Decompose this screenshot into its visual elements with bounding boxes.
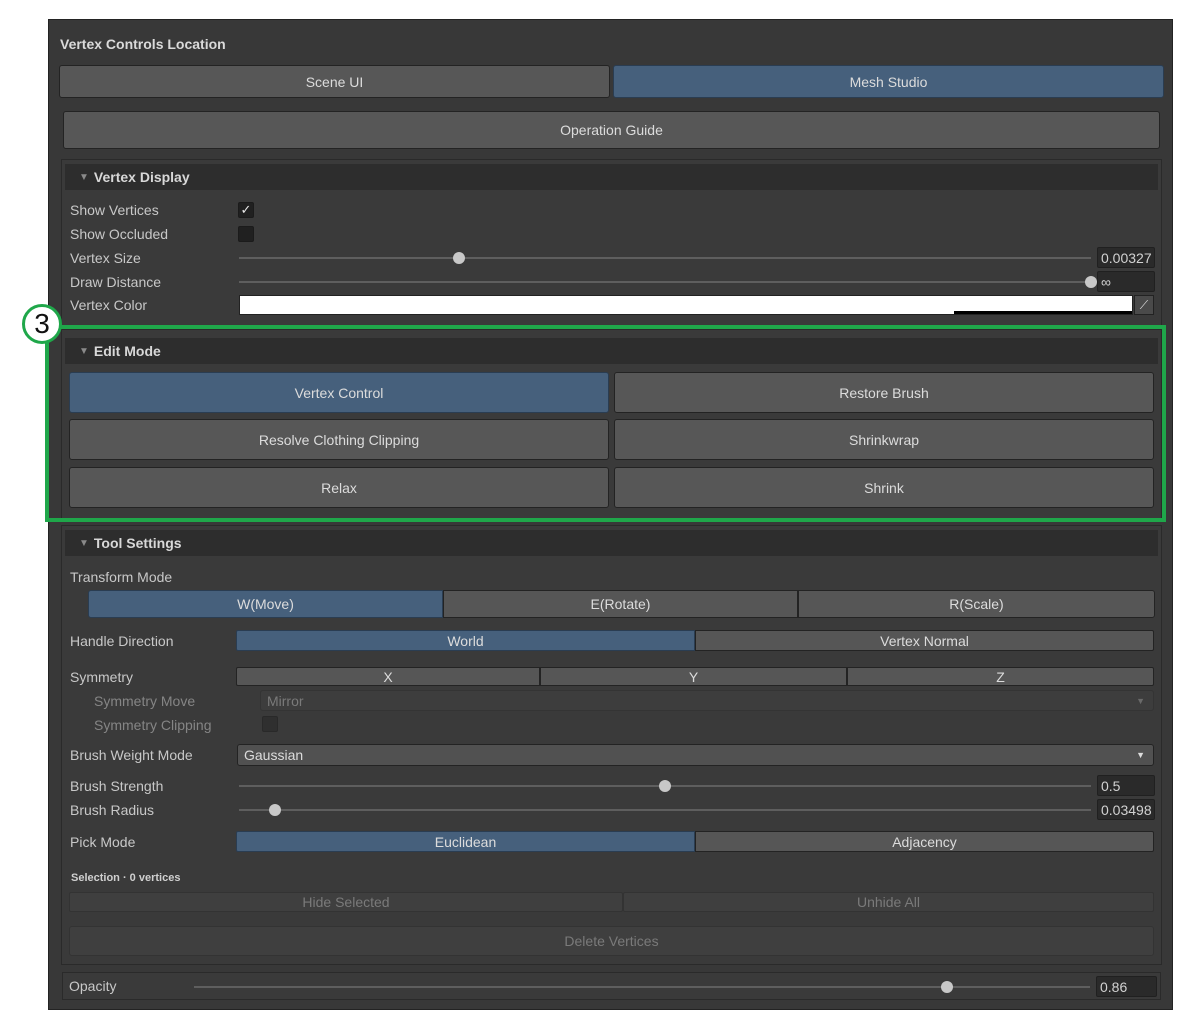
unhide-all-button[interactable]: Unhide All bbox=[623, 892, 1154, 912]
show-vertices-label: Show Vertices bbox=[70, 202, 159, 218]
draw-distance-label: Draw Distance bbox=[70, 274, 162, 290]
vertex-size-slider-track[interactable] bbox=[239, 257, 1091, 259]
vertex-color-field[interactable] bbox=[239, 295, 1133, 315]
transform-rotate-label: E(Rotate) bbox=[590, 596, 651, 612]
vertex-size-label: Vertex Size bbox=[70, 250, 141, 266]
symmetry-x-label: X bbox=[383, 668, 393, 685]
handle-world-label: World bbox=[447, 632, 484, 649]
tool-settings-header[interactable]: ▼ Tool Settings bbox=[65, 530, 1158, 556]
pick-adjacency-label: Adjacency bbox=[892, 833, 957, 850]
symmetry-x-button[interactable]: X bbox=[236, 667, 540, 686]
draw-distance-slider-track[interactable] bbox=[239, 281, 1091, 283]
tool-settings-section: ▼ Tool Settings Transform Mode W(Move) E… bbox=[61, 525, 1162, 965]
tool-settings-title: Tool Settings bbox=[93, 535, 182, 551]
handle-direction-label: Handle Direction bbox=[70, 633, 174, 649]
handle-vertex-normal-label: Vertex Normal bbox=[880, 632, 969, 649]
delete-vertices-button[interactable]: Delete Vertices bbox=[69, 926, 1154, 956]
callout-number: 3 bbox=[34, 308, 50, 339]
check-icon: ✓ bbox=[240, 202, 252, 217]
dropdown-arrow-icon: ▼ bbox=[1136, 695, 1145, 706]
panel-title: Vertex Controls Location bbox=[60, 36, 226, 52]
transform-mode-label: Transform Mode bbox=[70, 569, 173, 585]
handle-world-button[interactable]: World bbox=[236, 630, 695, 651]
tab-mesh-studio-label: Mesh Studio bbox=[849, 73, 928, 90]
brush-radius-slider-track[interactable] bbox=[239, 809, 1091, 811]
symmetry-move-label: Symmetry Move bbox=[94, 693, 196, 709]
vertex-display-header[interactable]: ▼ Vertex Display bbox=[65, 164, 1158, 190]
vertex-size-field[interactable]: 0.00327 bbox=[1097, 247, 1155, 268]
eyedropper-icon[interactable]: ⟋ bbox=[1134, 295, 1154, 315]
symmetry-label: Symmetry bbox=[70, 669, 133, 685]
opacity-slider-track[interactable] bbox=[194, 986, 1090, 988]
show-vertices-checkbox[interactable]: ✓ bbox=[238, 202, 254, 218]
edit-mode-highlight-frame bbox=[45, 325, 1166, 522]
hide-selected-label: Hide Selected bbox=[302, 894, 390, 910]
symmetry-clipping-checkbox[interactable] bbox=[262, 716, 278, 732]
transform-scale-button[interactable]: R(Scale) bbox=[798, 590, 1155, 618]
unhide-all-label: Unhide All bbox=[856, 894, 921, 910]
delete-vertices-label: Delete Vertices bbox=[564, 933, 659, 949]
draw-distance-field[interactable]: ∞ bbox=[1097, 271, 1155, 292]
alpha-bar bbox=[954, 311, 1132, 314]
brush-radius-field[interactable]: 0.03498 bbox=[1097, 799, 1155, 820]
hide-selected-button[interactable]: Hide Selected bbox=[69, 892, 623, 912]
draw-distance-slider-knob[interactable] bbox=[1085, 276, 1097, 288]
opacity-slider-knob[interactable] bbox=[940, 981, 953, 993]
brush-strength-field[interactable]: 0.5 bbox=[1097, 775, 1155, 796]
vertex-display-section: ▼ Vertex Display Show Vertices ✓ Show Oc… bbox=[61, 159, 1162, 326]
symmetry-move-value: Mirror bbox=[267, 692, 304, 709]
transform-rotate-button[interactable]: E(Rotate) bbox=[443, 590, 798, 618]
symmetry-y-label: Y bbox=[688, 668, 699, 685]
opacity-field[interactable]: 0.86 bbox=[1096, 976, 1157, 997]
operation-guide-button[interactable]: Operation Guide bbox=[63, 111, 1160, 149]
symmetry-z-label: Z bbox=[996, 668, 1005, 685]
show-occluded-checkbox[interactable] bbox=[238, 226, 254, 242]
transform-move-button[interactable]: W(Move) bbox=[88, 590, 443, 618]
brush-radius-label: Brush Radius bbox=[70, 802, 155, 818]
symmetry-z-button[interactable]: Z bbox=[847, 667, 1154, 686]
pick-adjacency-button[interactable]: Adjacency bbox=[695, 831, 1154, 852]
pick-mode-label: Pick Mode bbox=[70, 834, 136, 850]
vertex-display-title: Vertex Display bbox=[93, 169, 190, 185]
transform-move-label: W(Move) bbox=[237, 596, 294, 612]
pick-euclidean-label: Euclidean bbox=[434, 833, 497, 850]
selection-count-label: Selection · 0 vertices bbox=[71, 872, 181, 884]
brush-weight-mode-dropdown[interactable]: Gaussian ▼ bbox=[237, 744, 1154, 766]
symmetry-y-button[interactable]: Y bbox=[540, 667, 847, 686]
handle-vertex-normal-button[interactable]: Vertex Normal bbox=[695, 630, 1154, 651]
symmetry-clipping-label: Symmetry Clipping bbox=[94, 717, 212, 733]
callout-number-badge: 3 bbox=[22, 304, 62, 344]
pick-euclidean-button[interactable]: Euclidean bbox=[236, 831, 695, 852]
opacity-label: Opacity bbox=[69, 978, 117, 994]
brush-strength-slider-knob[interactable] bbox=[659, 780, 671, 792]
tab-scene-ui[interactable]: Scene UI bbox=[59, 65, 610, 98]
transform-scale-label: R(Scale) bbox=[949, 596, 1004, 612]
brush-weight-mode-label: Brush Weight Mode bbox=[70, 747, 193, 763]
show-occluded-label: Show Occluded bbox=[70, 226, 169, 242]
vertex-color-label: Vertex Color bbox=[70, 297, 148, 313]
collapse-triangle-icon: ▼ bbox=[79, 537, 89, 549]
brush-weight-mode-value: Gaussian bbox=[244, 747, 304, 763]
brush-radius-slider-knob[interactable] bbox=[268, 804, 281, 816]
tab-scene-ui-label: Scene UI bbox=[305, 73, 364, 90]
symmetry-move-dropdown[interactable]: Mirror ▼ bbox=[260, 690, 1154, 711]
operation-guide-label: Operation Guide bbox=[560, 122, 663, 138]
opacity-row: Opacity 0.86 bbox=[62, 972, 1161, 1000]
tab-mesh-studio[interactable]: Mesh Studio bbox=[613, 65, 1164, 98]
dropdown-arrow-icon: ▼ bbox=[1136, 750, 1145, 760]
vertex-size-slider-knob[interactable] bbox=[452, 252, 465, 264]
brush-strength-label: Brush Strength bbox=[70, 778, 164, 794]
collapse-triangle-icon: ▼ bbox=[79, 171, 89, 183]
